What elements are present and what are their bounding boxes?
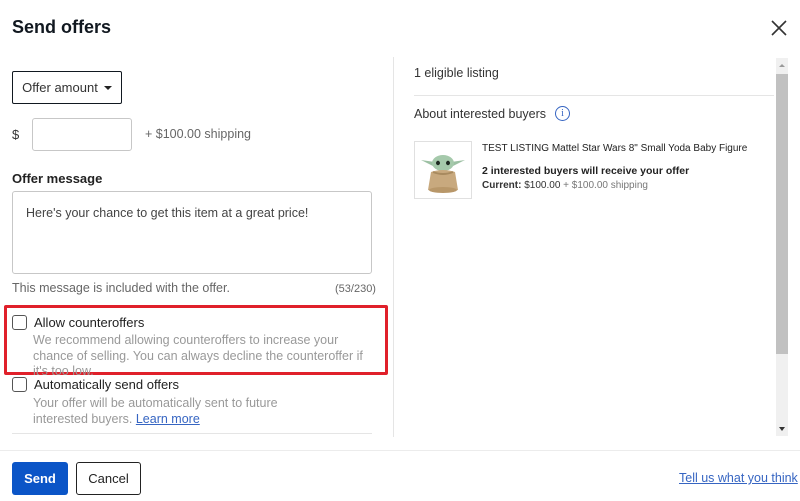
offer-message-textarea[interactable]: Here's your chance to get this item at a… (12, 191, 372, 274)
currency-symbol: $ (12, 127, 20, 142)
listing-title: TEST LISTING Mattel Star Wars 8" Small Y… (482, 143, 748, 154)
offer-message-label: Offer message (12, 171, 103, 186)
offer-type-label: Offer amount (22, 80, 98, 95)
character-count: (53/230) (335, 283, 376, 295)
learn-more-link[interactable]: Learn more (136, 412, 200, 426)
allow-counteroffers-checkbox[interactable] (12, 315, 27, 330)
info-icon[interactable]: i (555, 106, 571, 121)
current-shipping: + $100.00 shipping (563, 180, 648, 191)
current-label: Current: (482, 180, 522, 191)
auto-send-offers-checkbox[interactable] (12, 377, 27, 392)
scroll-up-arrow-icon (779, 63, 785, 67)
caret-down-icon (103, 85, 112, 90)
about-buyers-label: About interested buyers (414, 106, 547, 121)
listings-scrollbar[interactable] (776, 58, 788, 436)
panel-divider (393, 57, 394, 437)
footer-divider (0, 450, 800, 451)
right-section-divider (414, 95, 774, 96)
feedback-link[interactable]: Tell us what you think (679, 471, 798, 485)
listing-thumbnail (414, 141, 472, 199)
offer-type-dropdown[interactable]: Offer amount (12, 71, 122, 104)
scroll-down-button[interactable] (776, 422, 788, 436)
current-price: $100.00 (524, 180, 561, 191)
allow-counteroffers-description: We recommend allowing counteroffers to i… (33, 333, 363, 378)
send-button[interactable]: Send (12, 462, 68, 495)
scroll-down-arrow-icon (779, 427, 785, 431)
yoda-figure-image (421, 155, 465, 193)
scroll-up-button[interactable] (776, 58, 788, 72)
left-section-divider (12, 433, 372, 434)
close-icon (771, 20, 787, 36)
offer-amount-input[interactable] (32, 118, 132, 151)
scroll-thumb[interactable] (776, 74, 788, 354)
shipping-note: + $100.00 shipping (145, 127, 251, 141)
cancel-button[interactable]: Cancel (76, 462, 141, 495)
close-button[interactable] (768, 17, 790, 39)
dialog-title: Send offers (12, 17, 112, 37)
offer-message-help: This message is included with the offer. (12, 281, 230, 295)
eligible-listings-count: 1 eligible listing (414, 66, 499, 80)
about-interested-buyers: About interested buyers i (414, 106, 571, 121)
current-price-line: Current: $100.00 + $100.00 shipping (482, 180, 648, 191)
interested-buyers-text: 2 interested buyers will receive your of… (482, 165, 690, 177)
allow-counteroffers-label: Allow counteroffers (34, 315, 145, 330)
auto-send-offers-label: Automatically send offers (34, 377, 179, 392)
auto-send-offers-description: Your offer will be automatically sent to… (33, 396, 333, 427)
